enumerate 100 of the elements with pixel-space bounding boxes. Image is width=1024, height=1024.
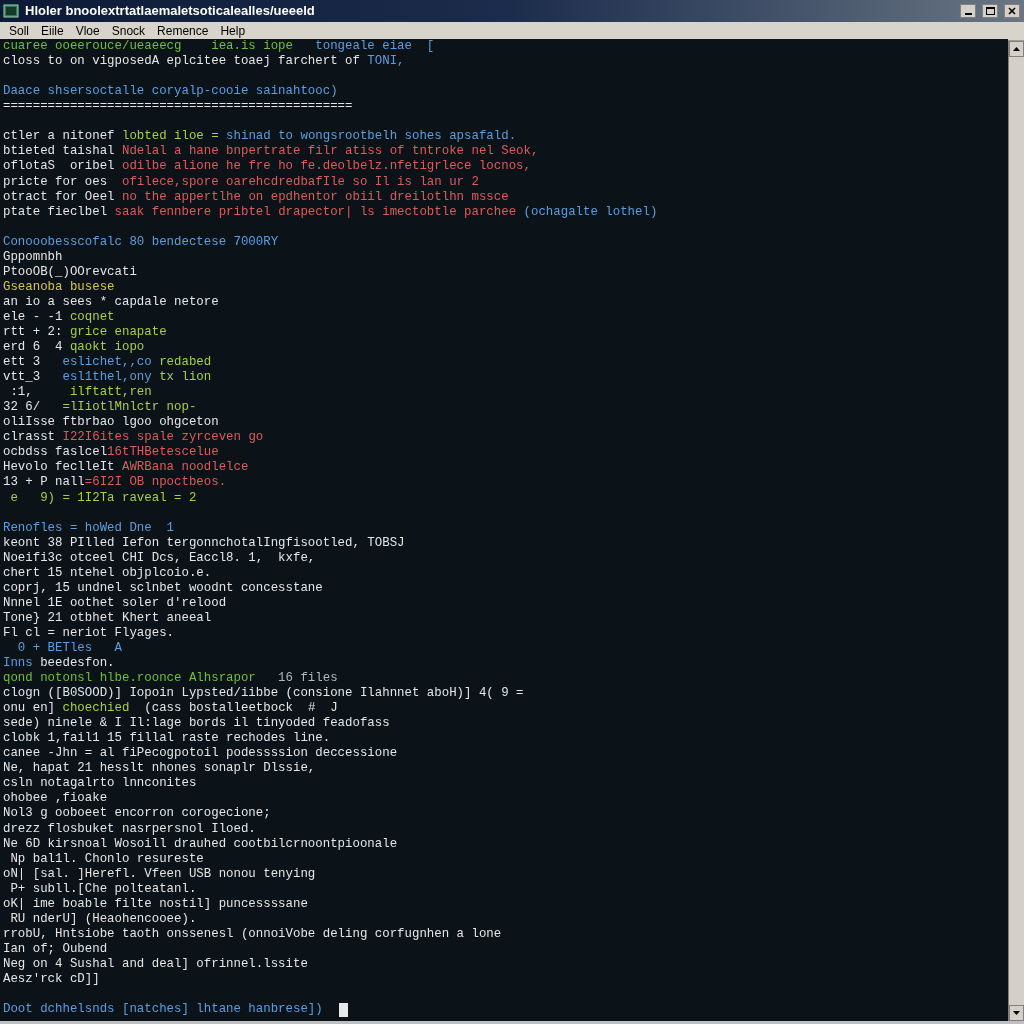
terminal-text: Ian of; Oubend bbox=[3, 941, 108, 957]
terminal-text: =lIiotlMnlctr nop- bbox=[62, 400, 197, 416]
terminal-text: vtt_3 bbox=[3, 370, 42, 385]
terminal-text: clrasst bbox=[3, 430, 57, 446]
terminal-text: ett 3 bbox=[3, 355, 42, 370]
terminal-text: oN| [sal. ]Herefl. Vfeen USB nonou tenying bbox=[3, 866, 316, 882]
terminal-text: Gseanoba busese bbox=[3, 279, 115, 295]
scroll-down-button[interactable] bbox=[1009, 1005, 1024, 1021]
terminal-text: PtooOB(_)OOrevcati bbox=[3, 264, 137, 280]
terminal-text: coprj, 15 undnel sclnbet woodnt concesstane bbox=[3, 580, 323, 596]
window-title: Hloler bnoolextrtatlaemaletsoticalealles/ueeeld bbox=[25, 2, 315, 21]
app-icon bbox=[3, 3, 19, 19]
maximize-button[interactable] bbox=[982, 4, 998, 18]
terminal-text: Doot dchhelsnds [natches] lhtane hanbrese]) bbox=[3, 1002, 323, 1017]
menu-item[interactable]: Snock bbox=[105, 22, 152, 40]
terminal-text: Hevolo feclleIt bbox=[3, 460, 116, 476]
terminal-text: Nnnel 1E oothet soler d'relood bbox=[3, 595, 227, 611]
terminal-text: Ne, hapat 21 hesslt nhones sonaplr Dlssie, bbox=[3, 761, 316, 777]
terminal-text: ilftatt,ren bbox=[69, 385, 152, 400]
terminal-text: coqnet bbox=[69, 309, 115, 325]
terminal-text: (cass bostalleetbock # J bbox=[143, 701, 338, 716]
terminal-text: 16tTHBetescelue bbox=[107, 445, 219, 461]
terminal-text: chert 15 ntehel objplcoio.e. bbox=[3, 565, 212, 581]
terminal-text: 16 files bbox=[277, 671, 338, 686]
terminal-text: oK| ime boable filte nostil] puncessssane bbox=[3, 896, 308, 912]
terminal-text: esl1thel,ony bbox=[62, 370, 152, 385]
terminal-text: qaokt iopo bbox=[69, 340, 145, 355]
down-arrow-icon bbox=[1013, 1011, 1020, 1015]
terminal-text: keont 38 PIlled Iefon tergonnchotalIngfisootled, TOBSJ bbox=[3, 535, 405, 551]
terminal-text: ctler a nitonef bbox=[3, 129, 116, 145]
terminal-text: clobk 1,fail1 15 fillal raste rechodes line. bbox=[3, 731, 331, 747]
terminal-text: eslichet,,co bbox=[62, 355, 152, 370]
menu-item[interactable]: Help bbox=[214, 22, 252, 40]
terminal-text: an io a sees * capdale netore bbox=[3, 294, 219, 310]
terminal-text: ocbdss faslcel bbox=[3, 445, 108, 461]
terminal-text: rrobU, Hntsiobe taoth onssenesl (onnoiVobe deling corfugnhen a lone bbox=[3, 926, 502, 942]
terminal-text: choechied bbox=[62, 701, 130, 716]
up-arrow-icon bbox=[1013, 47, 1020, 51]
terminal-text: Ne 6D kirsnoal Wosoill drauhed cootbilcrnoontpioonale bbox=[3, 836, 398, 852]
terminal-text: e 9) = 1I2Ta raveal = 2 bbox=[9, 490, 197, 506]
terminal-text: =6I2I OB npoctbeos. bbox=[84, 475, 227, 491]
terminal-text: Tone} 21 otbhet Khert aneeal bbox=[3, 610, 212, 626]
terminal-text: oliIsse ftbrbao lgoo ohgceton bbox=[3, 415, 219, 431]
terminal-text: onu en] bbox=[3, 701, 57, 716]
terminal-text: shinad to wongsrootbelh sohes apsafald. bbox=[225, 129, 517, 145]
terminal-text: ofilece,spore oarehcdredbafIle so Il is lan ur 2 bbox=[122, 174, 479, 190]
terminal-text: odilbe alione he fre ho fe.deolbelz.nfetigrlece locnos, bbox=[122, 159, 531, 175]
menu-item[interactable]: Remence bbox=[151, 22, 215, 40]
terminal-text: csln notagalrto lnnconites bbox=[3, 776, 197, 792]
terminal-text: P+ subll.[Che polteatanl. bbox=[9, 881, 197, 897]
terminal-text: clogn ([B0SOOD)] Iopoin Lypsted/iibbe (consione Ilahnnet aboH)] 4( 9 = bbox=[3, 686, 524, 701]
terminal-text: closs to on vigposedA eplcitee toaej farchert of bbox=[3, 54, 361, 69]
terminal-text: tongeale eiae [ bbox=[314, 39, 435, 54]
terminal-text: Conooobesscofalc 80 bendectese 7000RY bbox=[3, 234, 279, 250]
terminal-text: ptate fieclbel bbox=[3, 204, 109, 220]
terminal-text: 13 + P nall bbox=[3, 475, 85, 491]
terminal-text: Aesz'rck cD]] bbox=[3, 972, 100, 987]
terminal-text: tx lion bbox=[158, 370, 212, 385]
close-button[interactable] bbox=[1004, 4, 1020, 18]
minimize-icon bbox=[964, 13, 972, 15]
terminal-text: Nol3 g ooboeet encorron corogecione; bbox=[3, 806, 271, 822]
terminal-text: pricte for oes bbox=[3, 174, 109, 190]
terminal-text: (ochagalte lothel) bbox=[523, 204, 658, 220]
terminal-text: Gppomnbh bbox=[3, 249, 63, 265]
terminal-text: saak fennbere pribtel drapector| ls imectobtle parchee bbox=[114, 204, 518, 220]
terminal-text: Np bal1l. Chonlo resureste bbox=[9, 851, 204, 867]
terminal-text: Fl cl = neriot Flyages. bbox=[3, 625, 175, 641]
terminal-text: otract for Oeel bbox=[3, 189, 116, 205]
terminal-text: ohobee ,fioake bbox=[3, 791, 108, 807]
terminal-text: Ndelal a hane bnpertrate filr atiss of tntroke nel Seok, bbox=[122, 144, 539, 160]
terminal-text: rtt + 2: bbox=[3, 325, 64, 340]
terminal-text: qond notonsl hlbe.roonce Alhsrapor bbox=[3, 671, 256, 686]
terminal-text: canee -Jhn = al fiPecogpotoil podessssion deccessione bbox=[3, 746, 398, 762]
terminal-text: beedesfon. bbox=[39, 656, 115, 671]
terminal-text: grice enapate bbox=[69, 325, 167, 340]
scrollbar[interactable] bbox=[1008, 41, 1024, 1021]
terminal-text: sede) ninele & I Il:lage bords il tinyoded feadofass bbox=[3, 716, 390, 732]
terminal-text: TONI, bbox=[367, 54, 405, 69]
terminal-text: 0 + BETles A bbox=[16, 640, 122, 656]
terminal-text: cuaree ooeerouce/ueaeecg iea.is iope bbox=[3, 39, 293, 54]
terminal-text: Neg on 4 Sushal and deal] ofrinnel.lssite bbox=[3, 956, 308, 972]
terminal-text: Inns bbox=[3, 656, 33, 671]
terminal-text: erd 6 4 bbox=[3, 340, 64, 355]
menu-item[interactable]: Eiile bbox=[35, 22, 70, 40]
minimize-button[interactable] bbox=[960, 4, 976, 18]
terminal-text: oflotaS oribel bbox=[3, 159, 116, 175]
terminal-text: no the appertlhe on epdhentor obiil dreilotlhn mssce bbox=[122, 189, 509, 205]
menu-item[interactable]: Soll bbox=[3, 22, 35, 40]
menu-item[interactable]: Vloe bbox=[69, 22, 106, 40]
terminal-text: redabed bbox=[158, 355, 212, 370]
maximize-icon bbox=[985, 7, 995, 15]
terminal-text: Renofles = hoWed Dne 1 bbox=[3, 520, 175, 536]
terminal-text: drezz flosbuket nasrpersnol Iloed. bbox=[3, 821, 256, 837]
terminal-text: I22I6ites spale zyrceven go bbox=[62, 430, 264, 446]
scroll-up-button[interactable] bbox=[1009, 41, 1024, 57]
terminal-text: ele - -1 bbox=[3, 309, 64, 325]
close-icon bbox=[1008, 7, 1016, 15]
terminal-text: AWRBana noodlelce bbox=[122, 460, 249, 476]
terminal-text: RU nderU] (Heaohencooee). bbox=[9, 911, 197, 927]
terminal-text: 32 6/ bbox=[3, 400, 42, 416]
